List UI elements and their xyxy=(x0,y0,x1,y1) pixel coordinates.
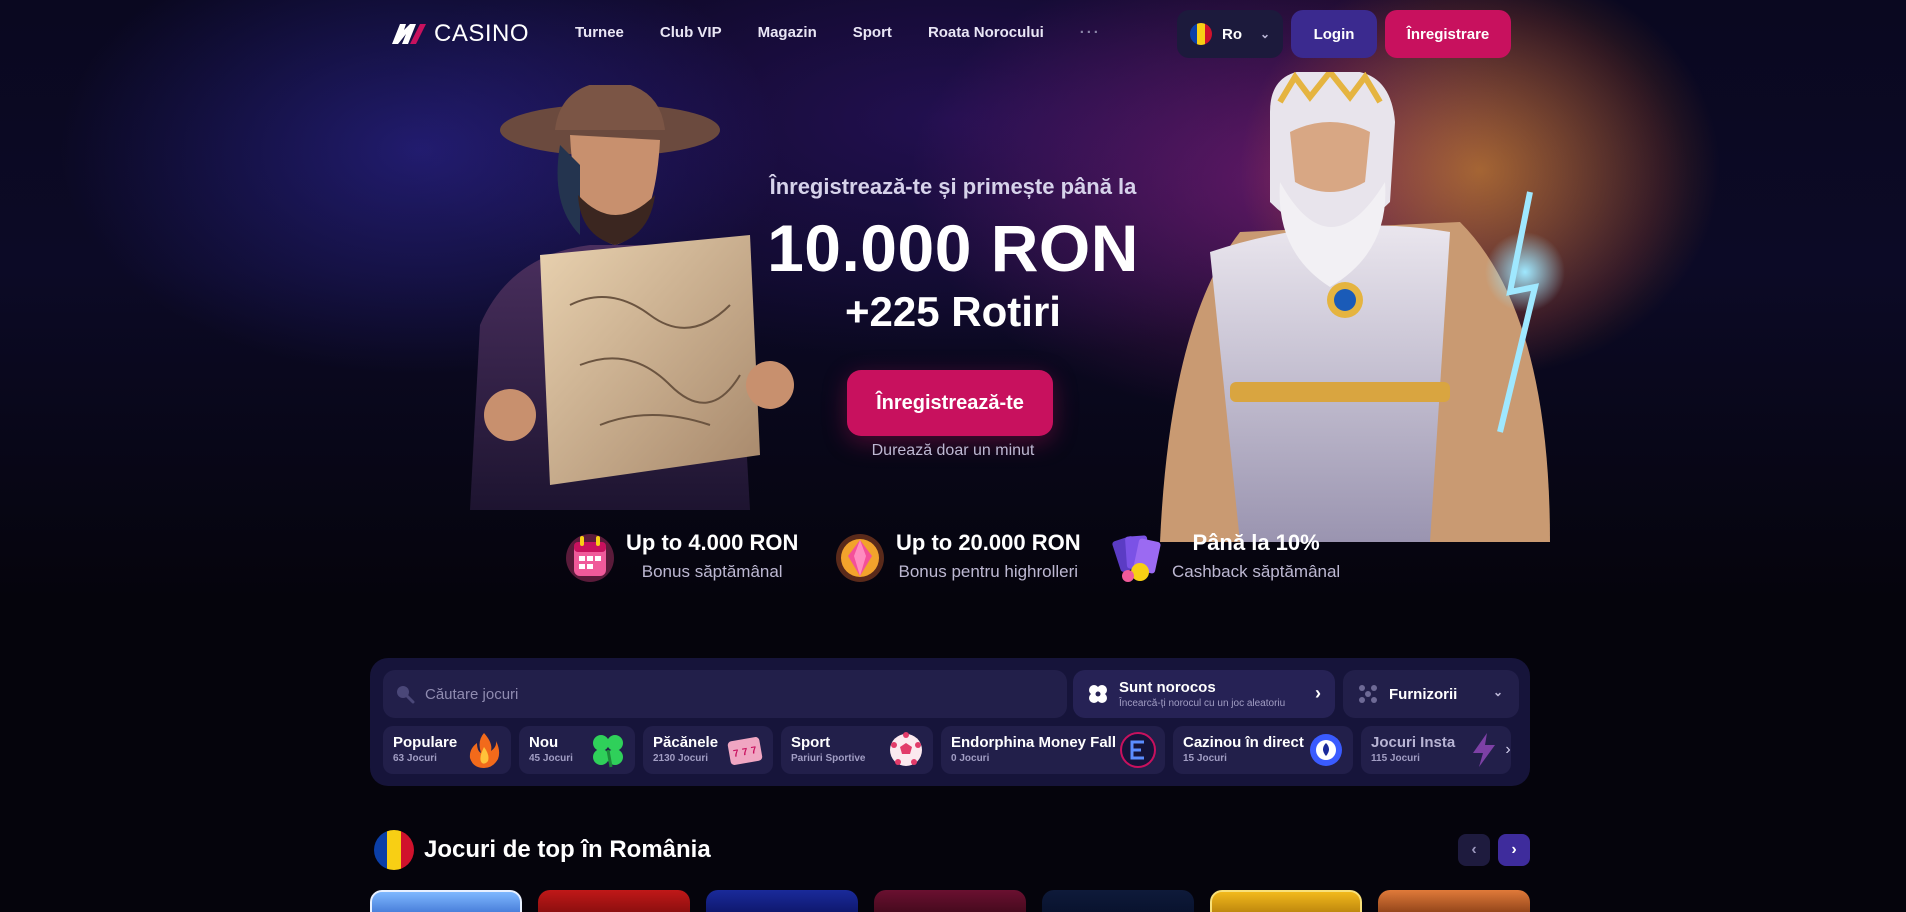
game-tile[interactable] xyxy=(706,890,858,912)
register-button[interactable]: Înregistrare xyxy=(1385,10,1511,58)
fire-icon xyxy=(469,733,500,768)
game-tile[interactable] xyxy=(874,890,1026,912)
game-search-input[interactable] xyxy=(425,685,1025,703)
hero-note: Durează doar un minut xyxy=(871,442,1035,459)
bonus-highroller-title: Up to 20.000 RON xyxy=(896,530,1081,555)
bonus-weekly[interactable]: Up to 4.000 RON Bonus săptămânal xyxy=(564,528,798,584)
nav-more-button[interactable]: ··· xyxy=(1080,24,1101,41)
logo-text: CASINO xyxy=(434,20,530,47)
hero-free-spins: +225 Rotiri xyxy=(845,288,1061,335)
logo-mark-icon xyxy=(392,24,426,44)
cards-cashback-icon xyxy=(1112,535,1161,582)
category-bar: Populare 63 Jocuri Nou 45 Jocuri Păcănel… xyxy=(383,726,1519,774)
nav-item-roata-norocului[interactable]: Roata Norocului xyxy=(928,24,1044,41)
category-jocuri-insta[interactable]: Jocuri Insta 115 Jocuri xyxy=(1361,726,1511,774)
nav-item-turnee[interactable]: Turnee xyxy=(575,24,624,41)
bonus-cashback-subtitle: Cashback săptămânal xyxy=(1172,562,1341,581)
feeling-lucky-subtitle: Încearcă-ți norocul cu un joc aleatoriu xyxy=(1119,698,1286,709)
game-tile[interactable] xyxy=(1210,890,1362,912)
hero-register-button[interactable]: Înregistrează-te xyxy=(847,370,1053,436)
game-tile[interactable] xyxy=(538,890,690,912)
top-games-title: Jocuri de top în România xyxy=(424,836,711,863)
category-cazinou-in-direct[interactable]: Cazinou în direct 15 Jocuri xyxy=(1173,726,1353,774)
providers-grid-icon xyxy=(1359,685,1377,703)
main-nav: Turnee Club VIP Magazin Sport Roata Noro… xyxy=(575,24,1101,41)
category-populare[interactable]: Populare 63 Jocuri xyxy=(383,726,511,774)
top-games-header: Jocuri de top în România xyxy=(374,830,711,870)
providers-dropdown[interactable]: Furnizorii ⌄ xyxy=(1343,670,1519,718)
clover-icon xyxy=(593,735,623,768)
category-sport[interactable]: Sport Pariuri Sportive xyxy=(781,726,933,774)
romania-flag-icon xyxy=(374,830,414,870)
category-pacanele[interactable]: Păcănele 2130 Jocuri 777 xyxy=(643,726,773,774)
slot-machine-icon: 777 xyxy=(727,737,763,765)
bonus-highroller[interactable]: Up to 20.000 RON Bonus pentru highroller… xyxy=(834,528,1081,584)
calendar-gift-icon xyxy=(566,534,614,582)
top-games-prev-button[interactable]: ‹ xyxy=(1458,834,1490,866)
bonus-weekly-title: Up to 4.000 RON xyxy=(626,530,799,555)
feeling-lucky-title: Sunt norocos xyxy=(1119,679,1216,696)
nav-item-magazin[interactable]: Magazin xyxy=(758,24,817,41)
site-header: CASINO Turnee Club VIP Magazin Sport Roa… xyxy=(0,0,1906,66)
top-games-next-button[interactable]: › xyxy=(1498,834,1530,866)
language-selector[interactable]: Ro ⌄ xyxy=(1177,10,1283,58)
hero-subtitle: Înregistrează-te și primește până la xyxy=(769,174,1137,199)
bonus-cashback[interactable]: Până la 10% Cashback săptămânal xyxy=(1110,528,1340,584)
bonus-highroller-subtitle: Bonus pentru highrolleri xyxy=(898,562,1079,581)
endorphina-logo-icon xyxy=(1120,732,1156,768)
nav-item-club-vip[interactable]: Club VIP xyxy=(660,24,722,41)
game-tile[interactable] xyxy=(1042,890,1194,912)
game-search-panel: Sunt norocos Încearcă-ți norocul cu un j… xyxy=(370,658,1530,786)
chevron-right-icon: › xyxy=(1315,683,1321,703)
game-search-box[interactable] xyxy=(383,670,1067,718)
language-label: Ro xyxy=(1222,25,1242,43)
game-tile[interactable] xyxy=(1378,890,1530,912)
game-tile[interactable] xyxy=(370,890,522,912)
category-nou[interactable]: Nou 45 Jocuri xyxy=(519,726,635,774)
diamond-badge-icon xyxy=(836,534,884,582)
clover-icon xyxy=(1089,685,1107,703)
categories-next-arrow[interactable]: › xyxy=(1498,734,1518,766)
soccer-ball-icon xyxy=(890,732,922,766)
hero-bonus-amount: 10.000 RON xyxy=(767,211,1139,285)
bonus-cashback-title: Până la 10% xyxy=(1192,530,1320,555)
login-button[interactable]: Login xyxy=(1291,10,1377,58)
providers-label: Furnizorii xyxy=(1389,685,1458,703)
bonus-weekly-subtitle: Bonus săptămânal xyxy=(641,562,783,581)
nav-item-sport[interactable]: Sport xyxy=(853,24,892,41)
chevron-down-icon: ⌄ xyxy=(1492,685,1503,699)
romania-flag-icon xyxy=(1190,23,1212,45)
search-icon xyxy=(397,686,415,704)
chevron-down-icon: ⌄ xyxy=(1260,27,1271,41)
feeling-lucky-button[interactable]: Sunt norocos Încearcă-ți norocul cu un j… xyxy=(1073,670,1335,718)
poker-chip-icon xyxy=(1310,734,1342,766)
category-endorphina-money-fall[interactable]: Endorphina Money Fall 0 Jocuri xyxy=(941,726,1165,774)
site-logo[interactable]: CASINO xyxy=(390,20,529,48)
